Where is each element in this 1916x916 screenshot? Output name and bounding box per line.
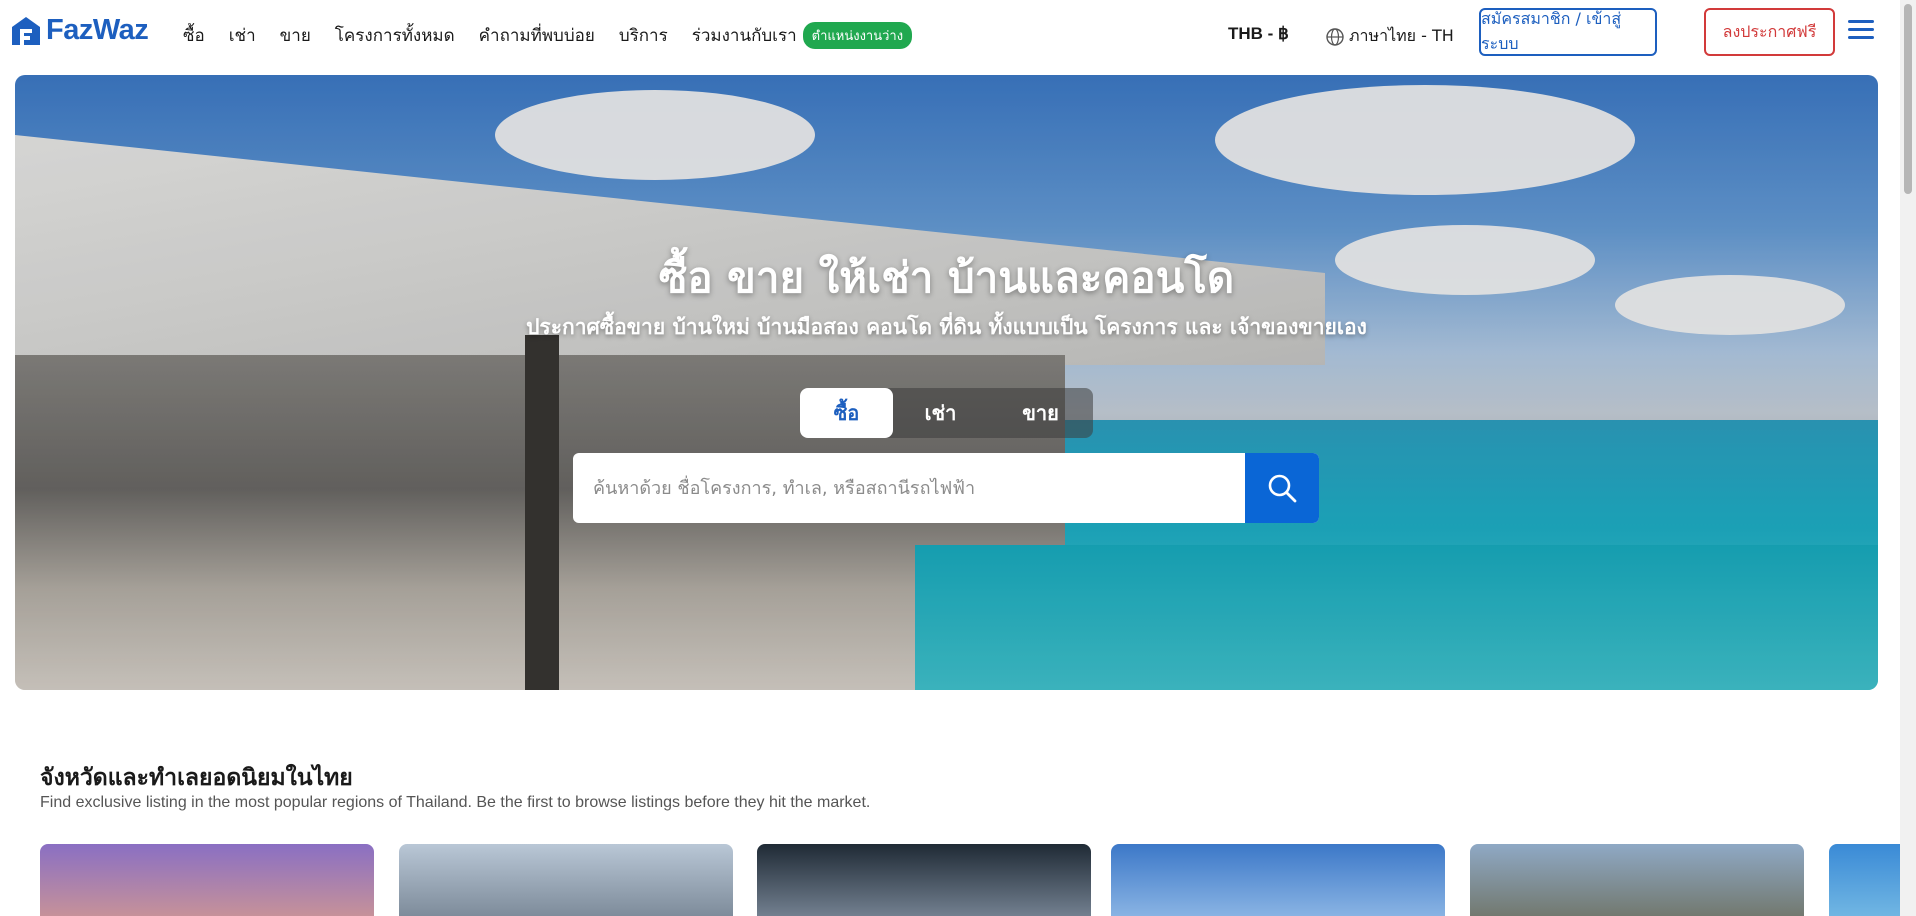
hamburger-menu-icon[interactable] <box>1848 20 1874 44</box>
search-icon <box>1268 474 1297 503</box>
nav-services[interactable]: บริการ <box>619 22 668 49</box>
search-bar <box>573 453 1319 523</box>
hero-banner: ซื้อ ขาย ให้เช่า บ้านและคอนโด ประกาศซื้อ… <box>15 75 1878 690</box>
region-cards <box>40 844 1900 916</box>
region-card[interactable] <box>1470 844 1804 916</box>
logo-text: FazWaz <box>46 14 149 46</box>
search-mode-tabs: ซื้อ เช่า ขาย <box>800 388 1093 438</box>
page-scrollbar[interactable] <box>1900 0 1916 916</box>
scrollbar-thumb[interactable] <box>1904 4 1912 194</box>
nav-careers[interactable]: ร่วมงานกับเรา <box>692 22 797 49</box>
tab-rent[interactable]: เช่า <box>893 388 988 438</box>
post-free-button[interactable]: ลงประกาศฟรี <box>1704 8 1835 56</box>
hero-title: ซื้อ ขาย ให้เช่า บ้านและคอนโด <box>658 253 1235 302</box>
main-nav: ซื้อ เช่า ขาย โครงการทั้งหมด คำถามที่พบบ… <box>183 22 913 49</box>
nav-buy[interactable]: ซื้อ <box>183 22 205 49</box>
section-subtitle: Find exclusive listing in the most popul… <box>40 794 871 811</box>
currency-selector[interactable]: THB - ฿ <box>1228 24 1289 44</box>
globe-icon <box>1326 27 1344 46</box>
hero-overlay <box>15 75 1878 690</box>
region-card[interactable] <box>1111 844 1445 916</box>
tab-sell[interactable]: ขาย <box>988 388 1093 438</box>
region-card[interactable] <box>1829 844 1900 916</box>
language-selector[interactable]: ภาษาไทย - TH <box>1325 24 1454 49</box>
fazwaz-logo[interactable]: FazWaz <box>10 14 149 47</box>
search-button[interactable] <box>1245 453 1319 523</box>
top-header: FazWaz ซื้อ เช่า ขาย โครงการทั้งหมด คำถา… <box>0 0 1900 72</box>
nav-rent[interactable]: เช่า <box>229 22 256 49</box>
region-card[interactable] <box>757 844 1091 916</box>
nav-all-projects[interactable]: โครงการทั้งหมด <box>335 22 455 49</box>
logo-icon <box>12 16 40 45</box>
language-label: ภาษาไทย - TH <box>1349 26 1454 45</box>
nav-sell[interactable]: ขาย <box>280 22 311 49</box>
region-card[interactable] <box>40 844 374 916</box>
search-input[interactable] <box>573 453 1245 523</box>
tab-buy[interactable]: ซื้อ <box>800 388 893 438</box>
nav-faq[interactable]: คำถามที่พบบ่อย <box>479 22 595 49</box>
region-card[interactable] <box>399 844 733 916</box>
login-register-button[interactable]: สมัครสมาชิก / เข้าสู่ระบบ <box>1479 8 1657 56</box>
jobs-badge[interactable]: ตำแหน่งงานว่าง <box>802 22 913 49</box>
section-title: จังหวัดและทำเลยอดนิยมในไทย <box>40 765 353 791</box>
hero-subtitle: ประกาศซื้อขาย บ้านใหม่ บ้านมือสอง คอนโด … <box>526 315 1367 339</box>
